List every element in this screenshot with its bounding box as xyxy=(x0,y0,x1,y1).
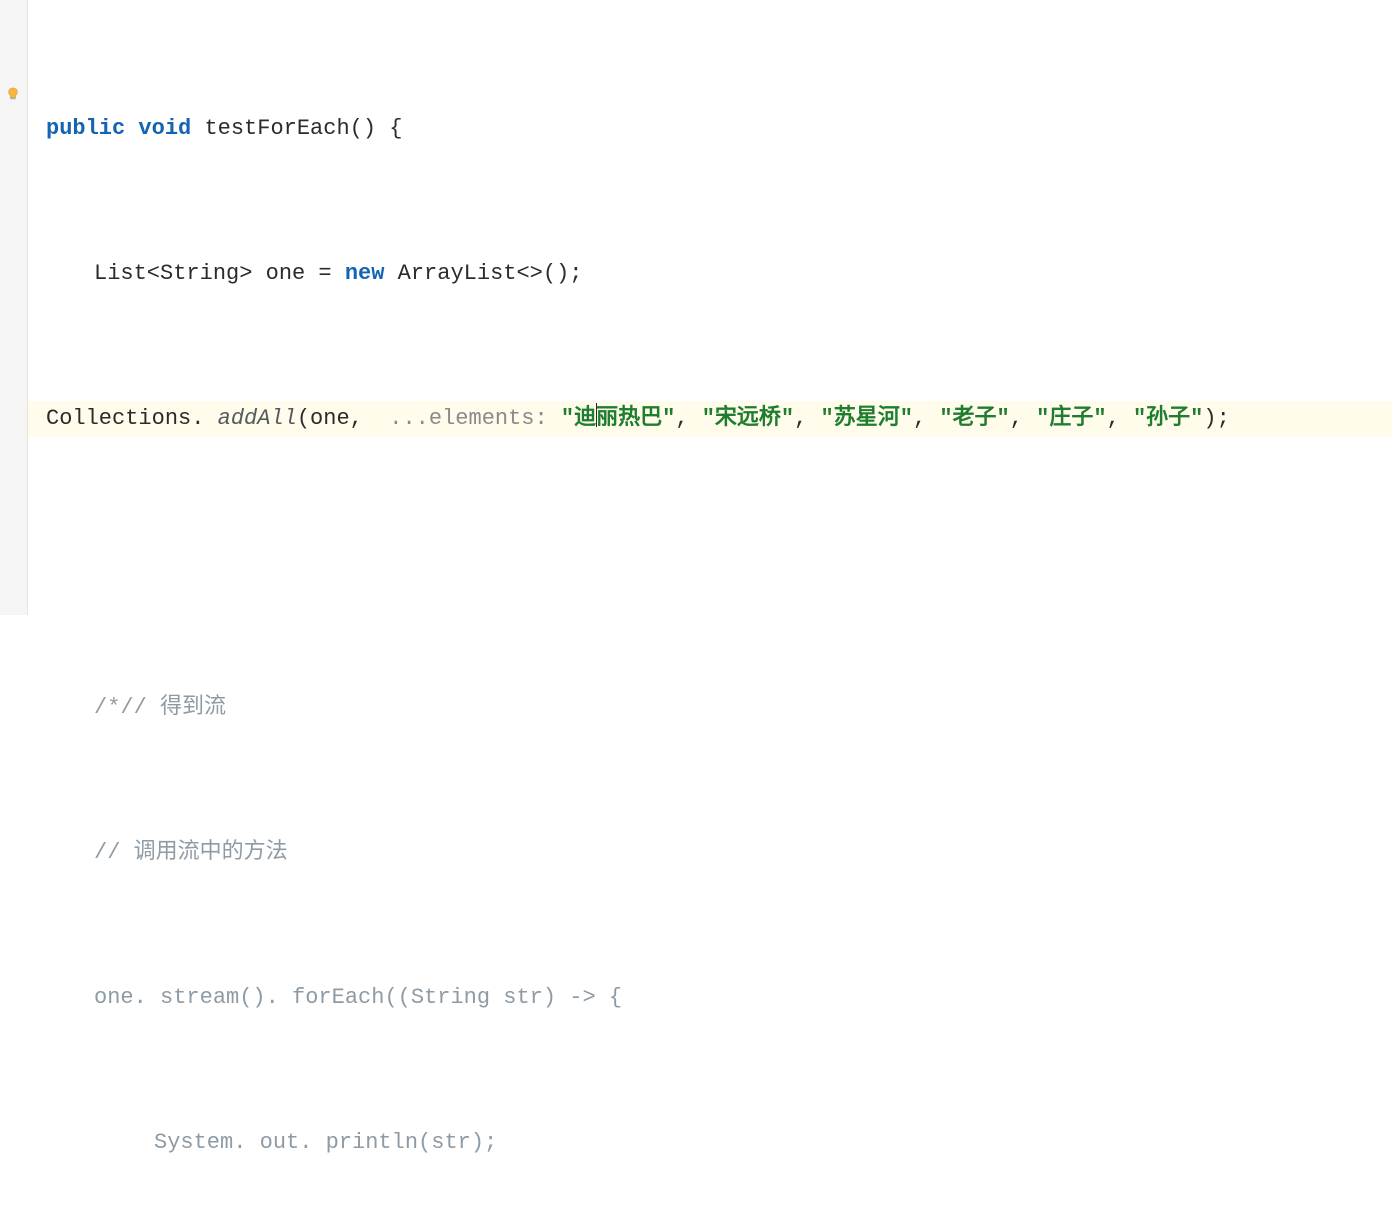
method-name: testForEach xyxy=(204,116,349,141)
string-literal: "苏星河" xyxy=(821,406,913,431)
comment: /*// 得到流 xyxy=(94,695,226,720)
keyword: void xyxy=(138,116,191,141)
code-line: one. stream(). forEach((String str) -> { xyxy=(46,980,1392,1016)
keyword: public xyxy=(46,116,125,141)
string-literal: "老子" xyxy=(939,406,1009,431)
comment: // 调用流中的方法 xyxy=(94,840,288,865)
param-hint: ...elements: xyxy=(389,406,547,431)
code-area[interactable]: public void testForEach() { List<String>… xyxy=(46,2,1392,1230)
intention-bulb-icon[interactable] xyxy=(6,78,20,92)
code-line: // 调用流中的方法 xyxy=(46,835,1392,871)
code-line: List<String> one = new ArrayList<>(); xyxy=(46,256,1392,292)
code-line: public void testForEach() { xyxy=(46,111,1392,147)
string-literal: "迪 xyxy=(561,406,596,431)
string-literal: 丽热巴" xyxy=(596,406,675,431)
blank-line xyxy=(46,546,1392,582)
static-method: addAll xyxy=(218,406,297,431)
highlighted-line: Collections. addAll(one, ...elements: "迪… xyxy=(28,401,1392,437)
comment: one. stream(). forEach((String str) -> { xyxy=(94,985,622,1010)
code-line: System. out. println(str); xyxy=(46,1125,1392,1161)
string-literal: "孙子" xyxy=(1133,406,1203,431)
keyword: new xyxy=(345,261,385,286)
string-literal: "庄子" xyxy=(1036,406,1106,431)
string-literal: "宋远桥" xyxy=(702,406,794,431)
code-line: /*// 得到流 xyxy=(46,690,1392,726)
comment: System. out. println(str); xyxy=(154,1130,497,1155)
